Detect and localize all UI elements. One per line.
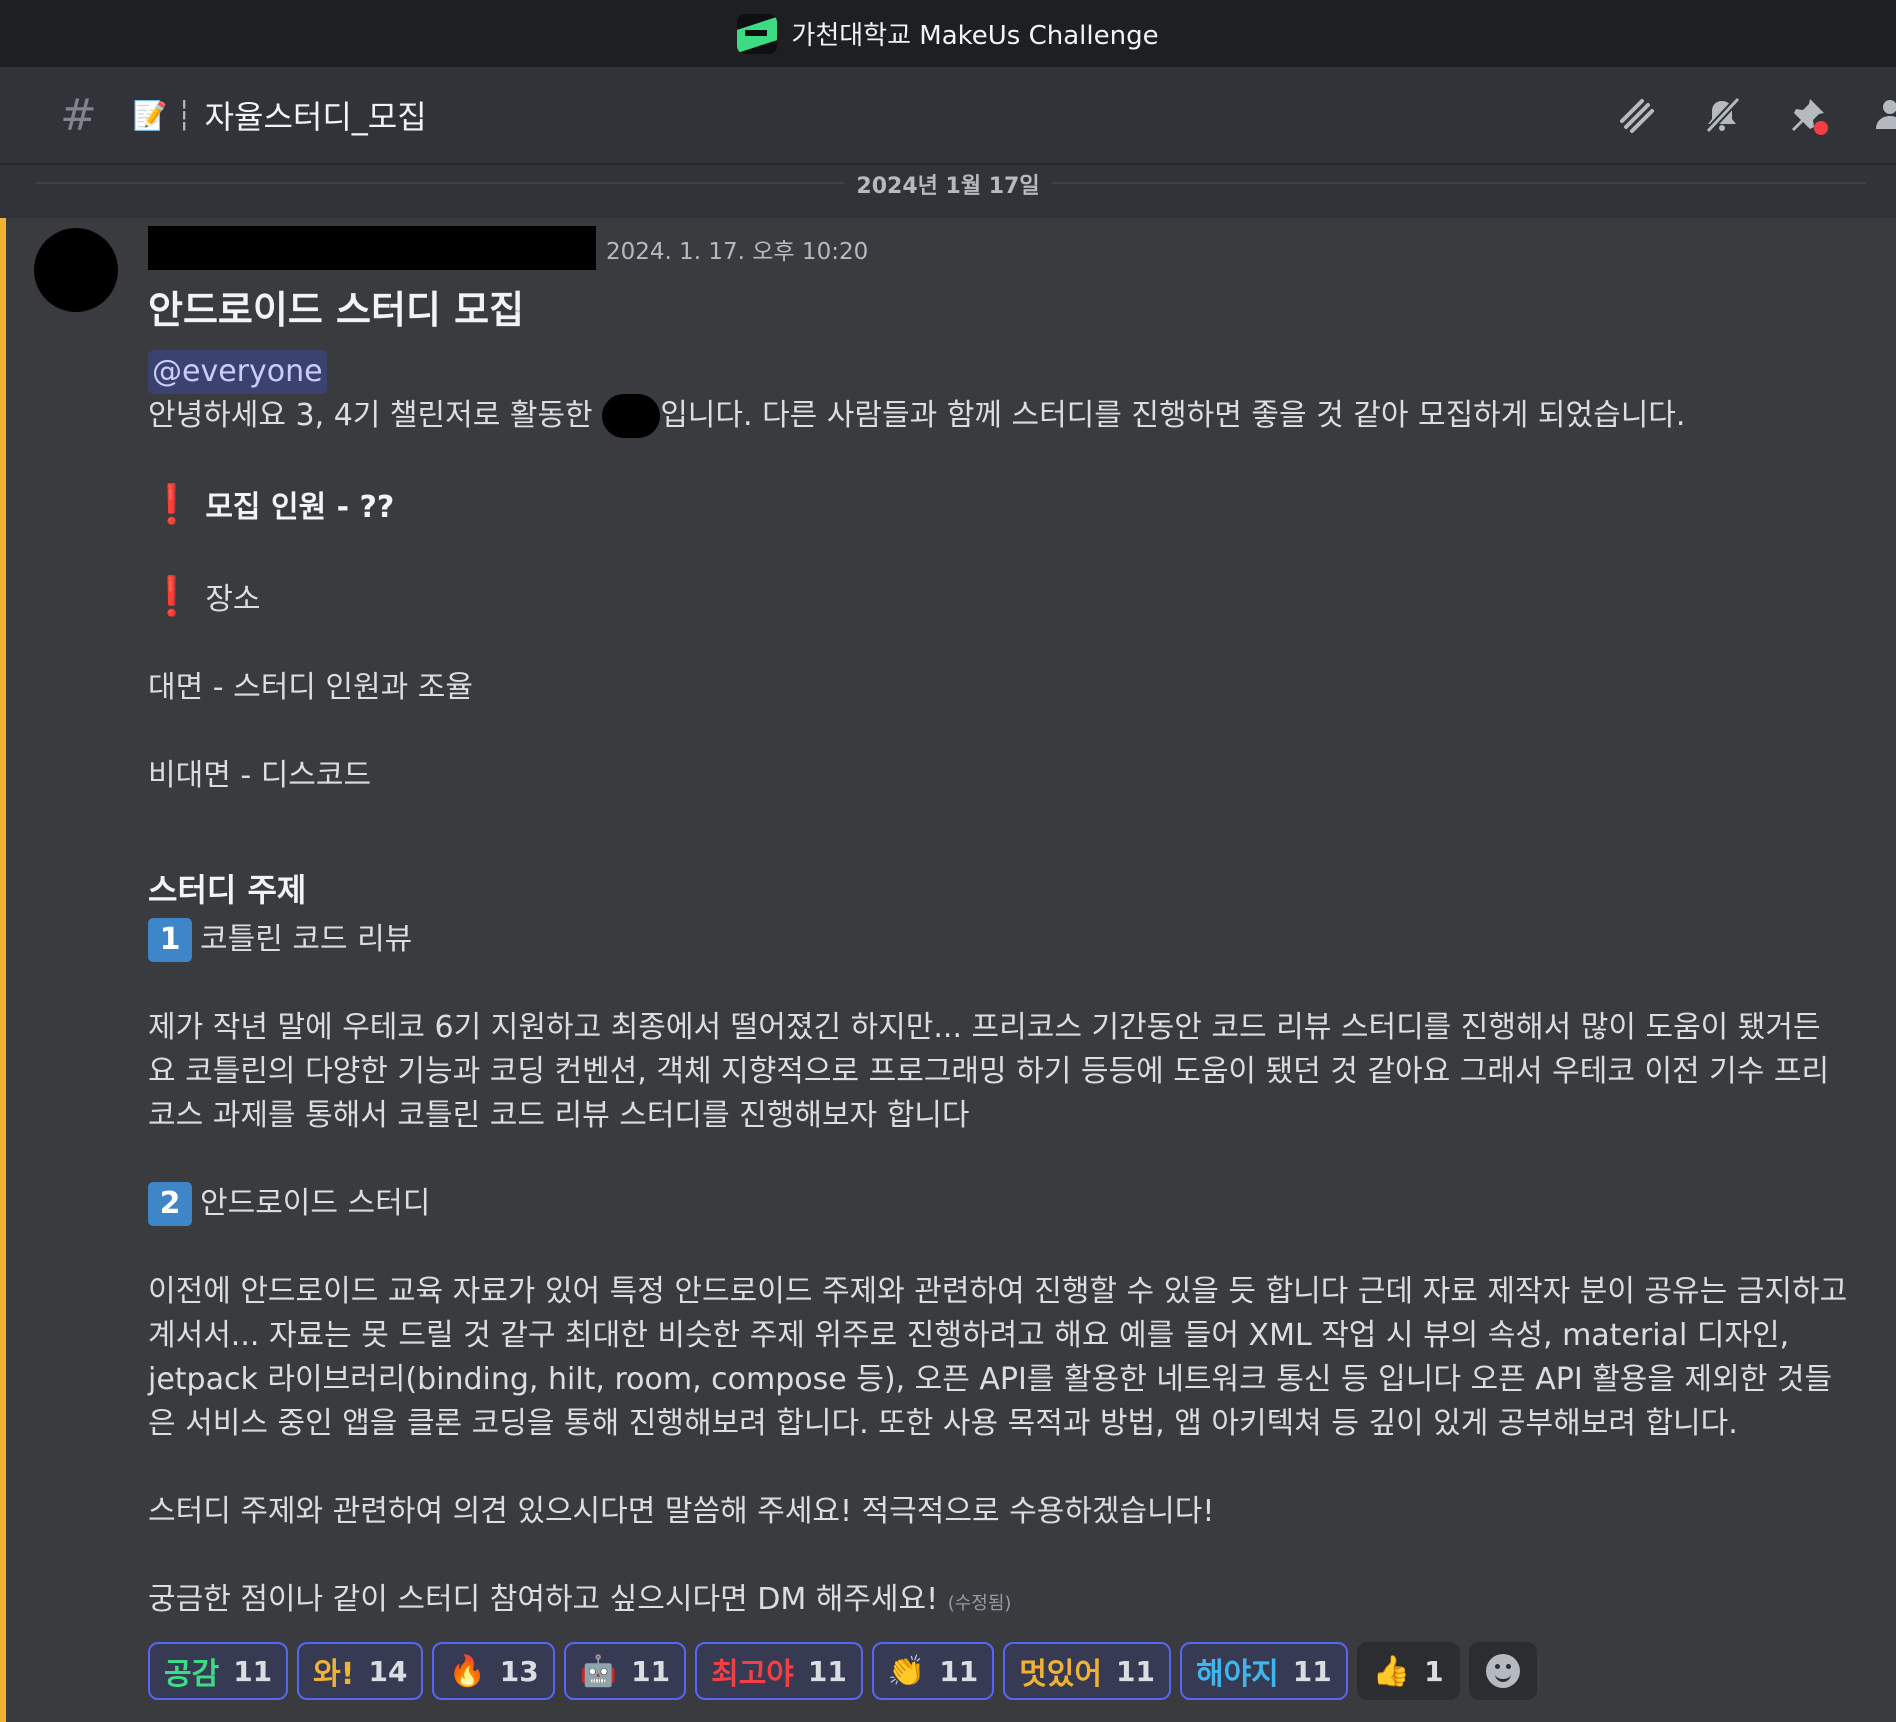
reaction-count: 11: [233, 1654, 273, 1688]
place-text: 장소: [205, 582, 261, 617]
date-divider: 2024년 1월 17일: [0, 168, 1896, 200]
bell-slash-icon[interactable]: [1702, 95, 1742, 135]
intro-text-before: 안녕하세요 3, 4기 챌린저로 활동한: [148, 398, 603, 433]
memo-icon: 📝: [132, 98, 168, 132]
reaction-best[interactable]: 최고야 11: [695, 1642, 863, 1700]
topic2-title-text: 안드로이드 스터디: [200, 1186, 431, 1221]
server-icon: [737, 13, 778, 54]
reaction-count: 11: [1116, 1654, 1155, 1688]
reaction-count: 1: [1424, 1654, 1444, 1688]
reaction-gonggam[interactable]: 공감 11: [148, 1642, 289, 1700]
channel-header: # 📝 ┆ 자율스터디_모집: [0, 67, 1896, 165]
reaction-count: 11: [807, 1654, 847, 1688]
fire-emoji-icon: 🔥: [448, 1653, 486, 1689]
message-content: 안드로이드 스터디 모집 @everyone 안녕하세요 3, 4기 챌린저로 …: [148, 280, 1848, 1626]
date-divider-label: 2024년 1월 17일: [844, 174, 1052, 199]
reaction-count: 11: [631, 1654, 671, 1688]
opinion-line: 스터디 주제와 관련하여 의견 있으시다면 말씀해 주세요! 적극적으로 수용하…: [148, 1494, 1215, 1529]
reaction-count: 13: [499, 1654, 539, 1688]
cool-emoji-icon: 멋있어: [1019, 1657, 1103, 1692]
reaction-count: 11: [1292, 1654, 1332, 1688]
channel-separator: ┆: [175, 98, 193, 132]
topic-heading: 스터디 주제: [148, 871, 307, 909]
topic2-body: 이전에 안드로이드 교육 자료가 있어 특정 안드로이드 주제와 관련하여 진행…: [148, 1274, 1848, 1441]
intro-text-after: 입니다. 다른 사람들과 함께 스터디를 진행하면 좋을 것 같아 모집하게 되…: [660, 398, 1686, 433]
window-title: 가천대학교 MakeUs Challenge: [791, 21, 1159, 51]
topic1-body: 제가 작년 말에 우테코 6기 지원하고 최종에서 떨어졌긴 하지만... 프리…: [148, 1010, 1830, 1133]
closing-text: 궁금한 점이나 같이 스터디 참여하고 싶으시다면 DM 해주세요!: [148, 1582, 939, 1617]
reaction-count: 11: [939, 1654, 979, 1688]
reaction-clap[interactable]: 👏 11: [871, 1642, 995, 1700]
recruit-line: ❗ 모집 인원 - ??: [148, 482, 1848, 530]
online-line: 비대면 - 디스코드: [148, 758, 372, 793]
best-emoji-icon: 최고야: [711, 1657, 794, 1692]
edited-label: (수정됨): [947, 1593, 1012, 1614]
channel-name: 자율스터디_모집: [204, 98, 427, 136]
topic2-title: 2 안드로이드 스터디: [148, 1182, 1848, 1226]
android-emoji-icon: 🤖: [579, 1653, 618, 1689]
reaction-count: 14: [368, 1654, 408, 1688]
channel-toolbar: [1616, 67, 1896, 163]
offline-line: 대면 - 스터디 인원과 조율: [148, 670, 473, 705]
reaction-wow[interactable]: 와! 14: [297, 1642, 424, 1700]
avatar[interactable]: [34, 228, 118, 312]
intro-paragraph: 안녕하세요 3, 4기 챌린저로 활동한 입니다. 다른 사람들과 함께 스터디…: [148, 394, 1848, 438]
clap-emoji-icon: 👏: [887, 1653, 926, 1689]
reaction-android[interactable]: 🤖 11: [563, 1642, 687, 1700]
threads-icon[interactable]: [1616, 95, 1656, 135]
should-do-emoji-icon: 해야지: [1195, 1657, 1279, 1692]
smile-plus-icon: [1485, 1654, 1520, 1688]
hash-icon: #: [60, 89, 97, 141]
place-line: ❗ 장소: [148, 574, 1848, 622]
message-heading: 안드로이드 스터디 모집: [148, 288, 525, 332]
members-icon[interactable]: [1874, 95, 1896, 135]
reactions-bar: 공감 11 와! 14 🔥 13 🤖 11 최고야 11 👏 11 멋있어 11 해야지 11 …: [148, 1642, 1537, 1700]
reaction-should-do[interactable]: 해야지 11: [1179, 1642, 1348, 1700]
everyone-mention[interactable]: @everyone: [148, 350, 327, 394]
window-titlebar: 가천대학교 MakeUs Challenge: [0, 0, 1896, 67]
unread-pin-dot: [1814, 121, 1828, 135]
reaction-fire[interactable]: 🔥 13: [432, 1642, 555, 1700]
add-reaction-button[interactable]: [1468, 1642, 1537, 1700]
closing-line: 궁금한 점이나 같이 스터디 참여하고 싶으시다면 DM 해주세요! (수정됨): [148, 1578, 1848, 1626]
topic1-title-text: 코틀린 코드 리뷰: [200, 922, 413, 957]
thumbs-up-emoji-icon: 👍: [1372, 1653, 1411, 1689]
message-timestamp: 2024. 1. 17. 오후 10:20: [606, 239, 869, 265]
keycap-2-icon: 2: [148, 1182, 192, 1226]
redacted-username[interactable]: [148, 226, 596, 270]
exclamation-icon: ❗: [148, 482, 196, 526]
wow-emoji-icon: 와!: [313, 1657, 355, 1692]
reaction-thumbs-up[interactable]: 👍 1: [1356, 1642, 1460, 1700]
reaction-cool[interactable]: 멋있어 11: [1003, 1642, 1171, 1700]
gonggam-emoji-icon: 공감: [164, 1657, 220, 1692]
exclamation-icon: ❗: [148, 574, 196, 618]
pin-icon[interactable]: [1788, 95, 1828, 135]
topic1-title: 1 코틀린 코드 리뷰: [148, 918, 1848, 962]
keycap-1-icon: 1: [148, 918, 192, 962]
recruit-text: 모집 인원 - ??: [205, 490, 395, 525]
redacted-name: [602, 394, 661, 438]
